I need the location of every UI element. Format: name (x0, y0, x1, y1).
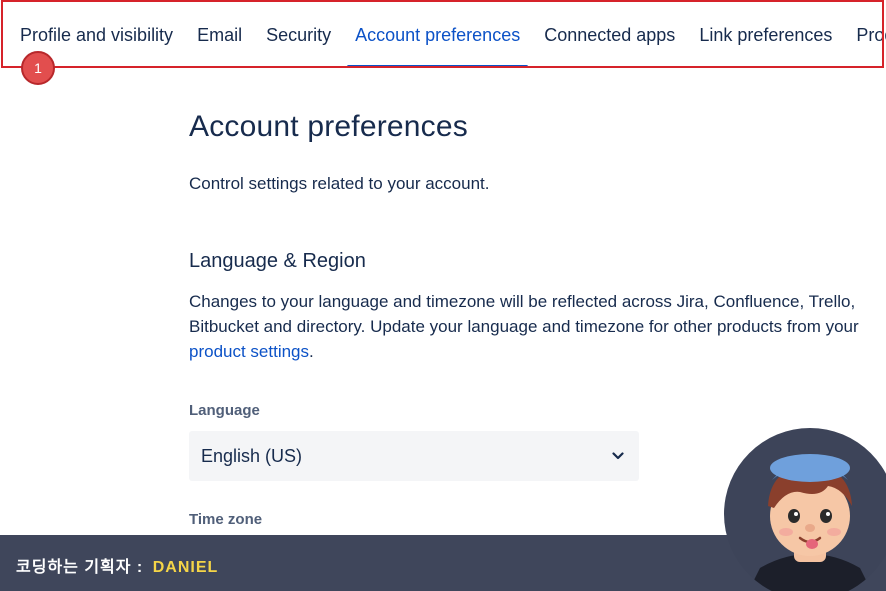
page: Profile and visibility Email Security Ac… (0, 0, 886, 591)
tab-account-preferences[interactable]: Account preferences (343, 0, 532, 68)
banner-prefix: 코딩하는 기획자 : (16, 559, 149, 576)
banner-name: DANIEL (152, 559, 219, 576)
tab-security[interactable]: Security (254, 0, 343, 68)
language-select-value: English (US) (201, 445, 303, 466)
page-title: Account preferences (189, 110, 468, 143)
section-title-language-region: Language & Region (189, 250, 366, 272)
section-description-line-3: product settings. (189, 339, 886, 364)
section-description-line-2: Bitbucket and directory. Update your lan… (189, 317, 859, 336)
tab-link-preferences[interactable]: Link preferences (687, 0, 844, 68)
chevron-down-icon (611, 449, 625, 463)
step-badge: 1 (21, 51, 55, 85)
section-description-line-1: Changes to your language and timezone wi… (189, 292, 856, 311)
tab-connected-apps[interactable]: Connected apps (532, 0, 687, 68)
page-description: Control settings related to your account… (189, 174, 490, 193)
avatar-illustration (724, 428, 886, 591)
banner-text: 코딩하는 기획자 : DANIEL (16, 553, 218, 577)
tab-products[interactable]: Products (844, 0, 886, 68)
language-label: Language (189, 402, 260, 419)
tab-email[interactable]: Email (185, 0, 254, 68)
settings-tabs: Profile and visibility Email Security Ac… (0, 0, 886, 68)
language-select[interactable]: English (US) (189, 431, 639, 481)
link-suffix: . (309, 342, 314, 361)
section-description: Changes to your language and timezone wi… (189, 289, 886, 364)
product-settings-link[interactable]: product settings (189, 342, 309, 361)
